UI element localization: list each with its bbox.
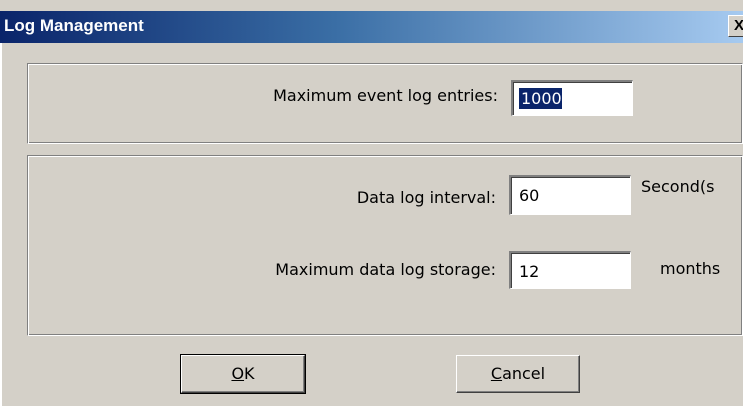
title-bar[interactable]: Log Management X xyxy=(0,11,743,43)
data-log-group xyxy=(27,155,743,336)
max-event-log-entries-label: Maximum event log entries: xyxy=(273,86,498,105)
max-event-log-entries-input[interactable]: 1000 xyxy=(511,80,633,116)
data-log-interval-label: Data log interval: xyxy=(356,188,496,207)
ok-button-label: K xyxy=(244,364,255,383)
close-icon: X xyxy=(733,17,743,34)
cancel-button[interactable]: Cancel xyxy=(456,355,580,393)
max-data-log-storage-unit: months xyxy=(660,259,721,278)
close-button[interactable]: X xyxy=(728,15,743,37)
max-data-log-storage-value: 12 xyxy=(519,262,540,281)
ok-button-mnemonic: O xyxy=(231,364,245,383)
data-log-interval-input[interactable]: 60 xyxy=(509,175,631,215)
max-data-log-storage-label: Maximum data log storage: xyxy=(275,260,496,279)
cancel-button-mnemonic: C xyxy=(490,364,503,383)
window-border xyxy=(0,43,2,406)
log-management-dialog: Log Management X Maximum event log entri… xyxy=(0,0,743,406)
data-log-interval-value: 60 xyxy=(519,186,540,205)
max-data-log-storage-input[interactable]: 12 xyxy=(509,251,631,289)
data-log-interval-unit: Second(s xyxy=(641,177,715,196)
max-event-log-entries-value: 1000 xyxy=(521,89,562,108)
cancel-button-label: ancel xyxy=(502,364,546,383)
window-title: Log Management xyxy=(4,16,144,35)
ok-button[interactable]: OK xyxy=(180,354,306,394)
